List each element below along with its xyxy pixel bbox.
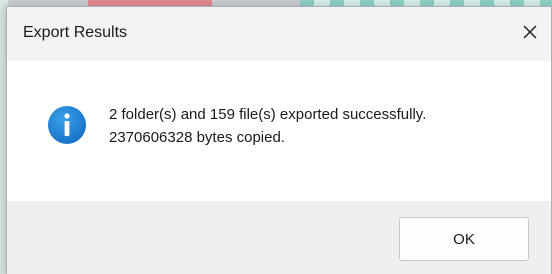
screen: Export Results 2 folder(s) and 159 file(…	[0, 0, 552, 274]
close-icon	[523, 25, 537, 39]
close-button[interactable]	[513, 15, 547, 49]
message-line-1: 2 folder(s) and 159 file(s) exported suc…	[109, 106, 427, 123]
dialog-titlebar[interactable]: Export Results	[7, 7, 551, 61]
message-line-2: 2370606328 bytes copied.	[109, 129, 285, 146]
dialog-message: 2 folder(s) and 159 file(s) exported suc…	[109, 103, 426, 149]
dialog-footer: OK	[7, 201, 551, 274]
ok-button[interactable]: OK	[399, 217, 529, 261]
export-results-dialog: Export Results 2 folder(s) and 159 file(…	[6, 6, 552, 274]
info-icon	[48, 106, 86, 144]
dialog-content: 2 folder(s) and 159 file(s) exported suc…	[7, 61, 551, 201]
dialog-title: Export Results	[23, 24, 128, 41]
